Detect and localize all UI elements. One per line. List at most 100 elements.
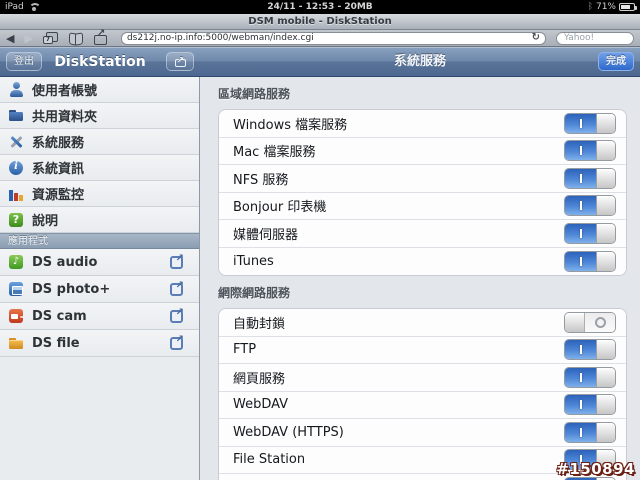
sidebar-app-label: DS audio [32, 254, 98, 270]
section-title: 網際網路服務 [218, 286, 291, 300]
folder-icon [8, 108, 24, 124]
sidebar-app-label: DS photo+ [32, 281, 111, 297]
toggle-segment [565, 196, 596, 216]
sidebar-item[interactable]: 系統服務 [0, 129, 199, 155]
sidebar-item-label: 說明 [32, 214, 59, 229]
service-row: WebDAV [219, 391, 626, 419]
service-section: 區域網路服務 Windows 檔案服務 Mac 檔案服務 NFS 服務 Bonj… [200, 87, 640, 276]
toggle-segment [565, 141, 596, 161]
photo-icon [8, 281, 24, 297]
tools-icon [8, 134, 24, 150]
toggle-segment [565, 312, 585, 332]
sidebar-item-label: 共用資料夾 [32, 110, 98, 125]
toggle-segment [596, 168, 615, 188]
sidebar-item[interactable]: 共用資料夾 [0, 103, 199, 129]
url-text: ds212j.no-ip.info:5000/webman/index.cgi [126, 33, 314, 43]
service-label: 媒體伺服器 [233, 227, 299, 243]
external-link-icon[interactable] [170, 280, 184, 296]
chart-icon [8, 185, 24, 202]
share-icon[interactable] [93, 28, 107, 45]
sidebar-item[interactable]: 使用者帳號 [0, 77, 199, 103]
page-title: 系統服務 [393, 54, 446, 69]
service-toggle[interactable] [564, 339, 616, 361]
service-row: 自動封鎖 [219, 309, 626, 337]
browser-toolbar: ◀ ▶ 7 ds212j.no-ip.info:5000/webman/inde… [0, 28, 640, 47]
battery-icon [619, 3, 637, 11]
service-toggle[interactable] [564, 311, 616, 333]
toggle-segment [565, 367, 596, 387]
sidebar-app-label: DS cam [32, 308, 87, 324]
bookmarks-icon[interactable] [68, 33, 84, 44]
toggle-segment [565, 395, 596, 415]
status-right: ᛒ 71% [587, 2, 637, 12]
info-icon [8, 160, 24, 176]
back-button[interactable]: ◀ [6, 33, 14, 44]
toggle-segment [565, 168, 596, 188]
service-label: iTunes [233, 253, 274, 269]
service-toggle[interactable] [564, 394, 616, 416]
search-input[interactable]: Yahoo! [556, 31, 634, 45]
service-toggle[interactable] [564, 167, 616, 189]
help-icon [8, 212, 24, 228]
service-label: WebDAV [233, 397, 289, 413]
service-label: 自動封鎖 [233, 316, 286, 332]
service-label: Bonjour 印表機 [233, 200, 327, 216]
sidebar-nav: 使用者帳號 共用資料夾 系統服務 系統資訊 資源監控 說明 [0, 77, 199, 233]
toggle-segment [565, 223, 596, 243]
service-toggle[interactable] [564, 112, 616, 134]
file-icon [8, 335, 24, 351]
toggle-segment [585, 312, 615, 332]
header-share-button[interactable] [166, 52, 194, 71]
toggle-segment [596, 113, 615, 133]
external-link-icon[interactable] [170, 307, 184, 323]
service-label: Mac 檔案服務 [233, 145, 316, 161]
toggle-segment [565, 340, 596, 360]
sidebar-app-item[interactable]: DS photo+ [0, 276, 199, 303]
service-label: NFS 服務 [233, 172, 289, 188]
sidebar-item[interactable]: 系統資訊 [0, 155, 199, 181]
dsm-header: 登出 DiskStation 系統服務 完成 [0, 47, 640, 77]
service-toggle[interactable] [564, 250, 616, 272]
service-toggle[interactable] [564, 421, 616, 443]
service-toggle[interactable] [564, 140, 616, 162]
apps-section-header: 應用程式 [0, 233, 199, 249]
status-clock: 24/11 - 12:53 - 20MB [267, 2, 373, 12]
toggle-segment [596, 223, 615, 243]
done-button[interactable]: 完成 [598, 52, 634, 71]
service-row: WebDAV (HTTPS) [219, 419, 626, 447]
service-row: 網頁服務 [219, 364, 626, 392]
toggle-segment [596, 196, 615, 216]
forward-button[interactable]: ▶ [24, 33, 32, 44]
service-row: Windows 檔案服務 [219, 110, 626, 138]
address-bar[interactable]: ds212j.no-ip.info:5000/webman/index.cgi … [120, 31, 546, 45]
sidebar-item[interactable]: 說明 [0, 207, 199, 233]
services-panel: 區域網路服務 Windows 檔案服務 Mac 檔案服務 NFS 服務 Bonj… [200, 77, 640, 480]
service-toggle[interactable] [564, 195, 616, 217]
sidebar-item-label: 系統服務 [32, 136, 85, 151]
service-row: Mac 檔案服務 [219, 137, 626, 165]
sidebar-item[interactable]: 資源監控 [0, 181, 199, 207]
tabs-icon[interactable]: 7 [42, 32, 58, 44]
toggle-segment [596, 141, 615, 161]
sidebar-item-label: 使用者帳號 [32, 84, 98, 99]
service-toggle[interactable] [564, 222, 616, 244]
cam-icon [8, 308, 24, 324]
external-link-icon[interactable] [170, 253, 184, 269]
toggle-segment [596, 422, 615, 442]
tab-count-badge: 7 [42, 36, 53, 44]
external-link-icon[interactable] [170, 334, 184, 350]
toggle-segment [596, 340, 615, 360]
service-group: 自動封鎖 FTP 網頁服務 WebDAV WebDAV (HTTPS) File… [218, 308, 627, 480]
battery-percent: 71% [595, 2, 616, 12]
sidebar-app-item[interactable]: DS audio [0, 249, 199, 276]
bluetooth-icon: ᛒ [587, 2, 593, 12]
service-toggle[interactable] [564, 366, 616, 388]
status-bar: iPad 24/11 - 12:53 - 20MB ᛒ 71% [0, 0, 640, 14]
reload-icon[interactable]: ↻ [532, 33, 540, 43]
service-row: 媒體伺服器 [219, 220, 626, 248]
toggle-segment [565, 113, 596, 133]
sidebar-app-item[interactable]: DS file [0, 330, 199, 357]
sidebar-app-item[interactable]: DS cam [0, 303, 199, 330]
open-external-icon [174, 53, 186, 70]
service-row: iTunes [219, 247, 626, 275]
